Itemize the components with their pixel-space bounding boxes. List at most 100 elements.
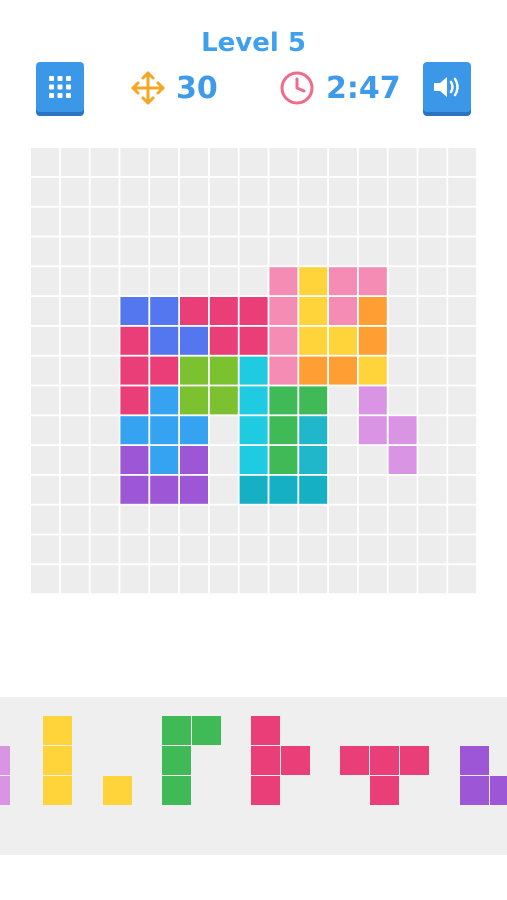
empty-cell[interactable] (31, 386, 59, 415)
tray-piece[interactable] (251, 716, 310, 805)
empty-cell[interactable] (90, 207, 119, 236)
empty-cell[interactable] (31, 207, 59, 236)
block-cell[interactable] (299, 267, 328, 296)
empty-cell[interactable] (31, 505, 59, 534)
block-cell[interactable] (358, 356, 387, 385)
empty-cell[interactable] (358, 446, 387, 474)
empty-cell[interactable] (90, 177, 119, 206)
empty-cell[interactable] (120, 207, 149, 236)
empty-cell[interactable] (60, 446, 89, 474)
block-cell[interactable] (239, 326, 268, 355)
empty-cell[interactable] (120, 267, 149, 296)
block-cell[interactable] (299, 475, 328, 504)
empty-cell[interactable] (209, 177, 238, 206)
block-cell[interactable] (299, 356, 328, 385)
block-cell[interactable] (209, 356, 238, 385)
block-cell[interactable] (120, 356, 149, 385)
empty-cell[interactable] (418, 535, 447, 564)
empty-cell[interactable] (299, 535, 328, 564)
empty-cell[interactable] (448, 505, 477, 534)
block-cell[interactable] (269, 297, 298, 325)
empty-cell[interactable] (388, 326, 417, 355)
empty-cell[interactable] (60, 267, 89, 296)
tray-piece-cell[interactable] (281, 746, 310, 775)
block-cell[interactable] (269, 267, 298, 296)
empty-cell[interactable] (180, 207, 208, 236)
empty-cell[interactable] (418, 356, 447, 385)
empty-cell[interactable] (448, 475, 477, 504)
block-cell[interactable] (120, 446, 149, 474)
tray-piece-cell[interactable] (103, 776, 132, 805)
block-cell[interactable] (358, 326, 387, 355)
empty-cell[interactable] (418, 326, 447, 355)
tray-piece-cell[interactable] (400, 746, 429, 775)
tray-piece-cell[interactable] (251, 776, 280, 805)
tray-piece-cell[interactable] (192, 716, 221, 745)
empty-cell[interactable] (239, 237, 268, 266)
tray-piece-cell[interactable] (370, 746, 399, 775)
empty-cell[interactable] (90, 475, 119, 504)
empty-cell[interactable] (448, 237, 477, 266)
empty-cell[interactable] (209, 535, 238, 564)
empty-cell[interactable] (329, 446, 357, 474)
block-cell[interactable] (388, 416, 417, 445)
block-cell[interactable] (239, 446, 268, 474)
empty-cell[interactable] (180, 505, 208, 534)
empty-cell[interactable] (448, 446, 477, 474)
empty-cell[interactable] (60, 177, 89, 206)
tray-piece-cell[interactable] (490, 776, 507, 805)
empty-cell[interactable] (60, 237, 89, 266)
empty-cell[interactable] (90, 535, 119, 564)
block-cell[interactable] (329, 297, 357, 325)
tray-piece-cell[interactable] (251, 746, 280, 775)
tray-piece-cell[interactable] (251, 716, 280, 745)
empty-cell[interactable] (31, 267, 59, 296)
empty-cell[interactable] (299, 177, 328, 206)
empty-cell[interactable] (90, 386, 119, 415)
block-cell[interactable] (388, 446, 417, 474)
block-cell[interactable] (120, 475, 149, 504)
tray-piece-cell[interactable] (162, 716, 191, 745)
tray-piece-cell[interactable] (370, 776, 399, 805)
block-cell[interactable] (120, 386, 149, 415)
empty-cell[interactable] (418, 505, 447, 534)
empty-cell[interactable] (180, 237, 208, 266)
block-cell[interactable] (209, 326, 238, 355)
tray-piece[interactable] (0, 746, 10, 805)
block-cell[interactable] (269, 416, 298, 445)
block-cell[interactable] (299, 416, 328, 445)
empty-cell[interactable] (388, 475, 417, 504)
empty-cell[interactable] (31, 416, 59, 445)
empty-cell[interactable] (60, 148, 89, 176)
tray-piece[interactable] (340, 746, 429, 805)
tray-piece-cell[interactable] (43, 746, 72, 775)
empty-cell[interactable] (209, 267, 238, 296)
block-cell[interactable] (239, 356, 268, 385)
empty-cell[interactable] (269, 505, 298, 534)
empty-cell[interactable] (299, 505, 328, 534)
empty-cell[interactable] (31, 297, 59, 325)
empty-cell[interactable] (209, 565, 238, 594)
empty-cell[interactable] (448, 386, 477, 415)
empty-cell[interactable] (299, 148, 328, 176)
tray-piece-cell[interactable] (460, 776, 489, 805)
tray-piece-cell[interactable] (340, 746, 369, 775)
empty-cell[interactable] (418, 237, 447, 266)
empty-cell[interactable] (388, 207, 417, 236)
empty-cell[interactable] (239, 207, 268, 236)
block-cell[interactable] (150, 297, 179, 325)
menu-button[interactable] (36, 62, 84, 112)
tray-piece-cell[interactable] (0, 746, 10, 775)
empty-cell[interactable] (31, 148, 59, 176)
empty-cell[interactable] (60, 416, 89, 445)
block-cell[interactable] (120, 326, 149, 355)
empty-cell[interactable] (180, 267, 208, 296)
empty-cell[interactable] (269, 237, 298, 266)
block-cell[interactable] (299, 446, 328, 474)
tray-piece[interactable] (43, 716, 72, 805)
empty-cell[interactable] (150, 505, 179, 534)
empty-cell[interactable] (329, 505, 357, 534)
block-cell[interactable] (180, 446, 208, 474)
tray-piece-cell[interactable] (0, 776, 10, 805)
empty-cell[interactable] (60, 505, 89, 534)
